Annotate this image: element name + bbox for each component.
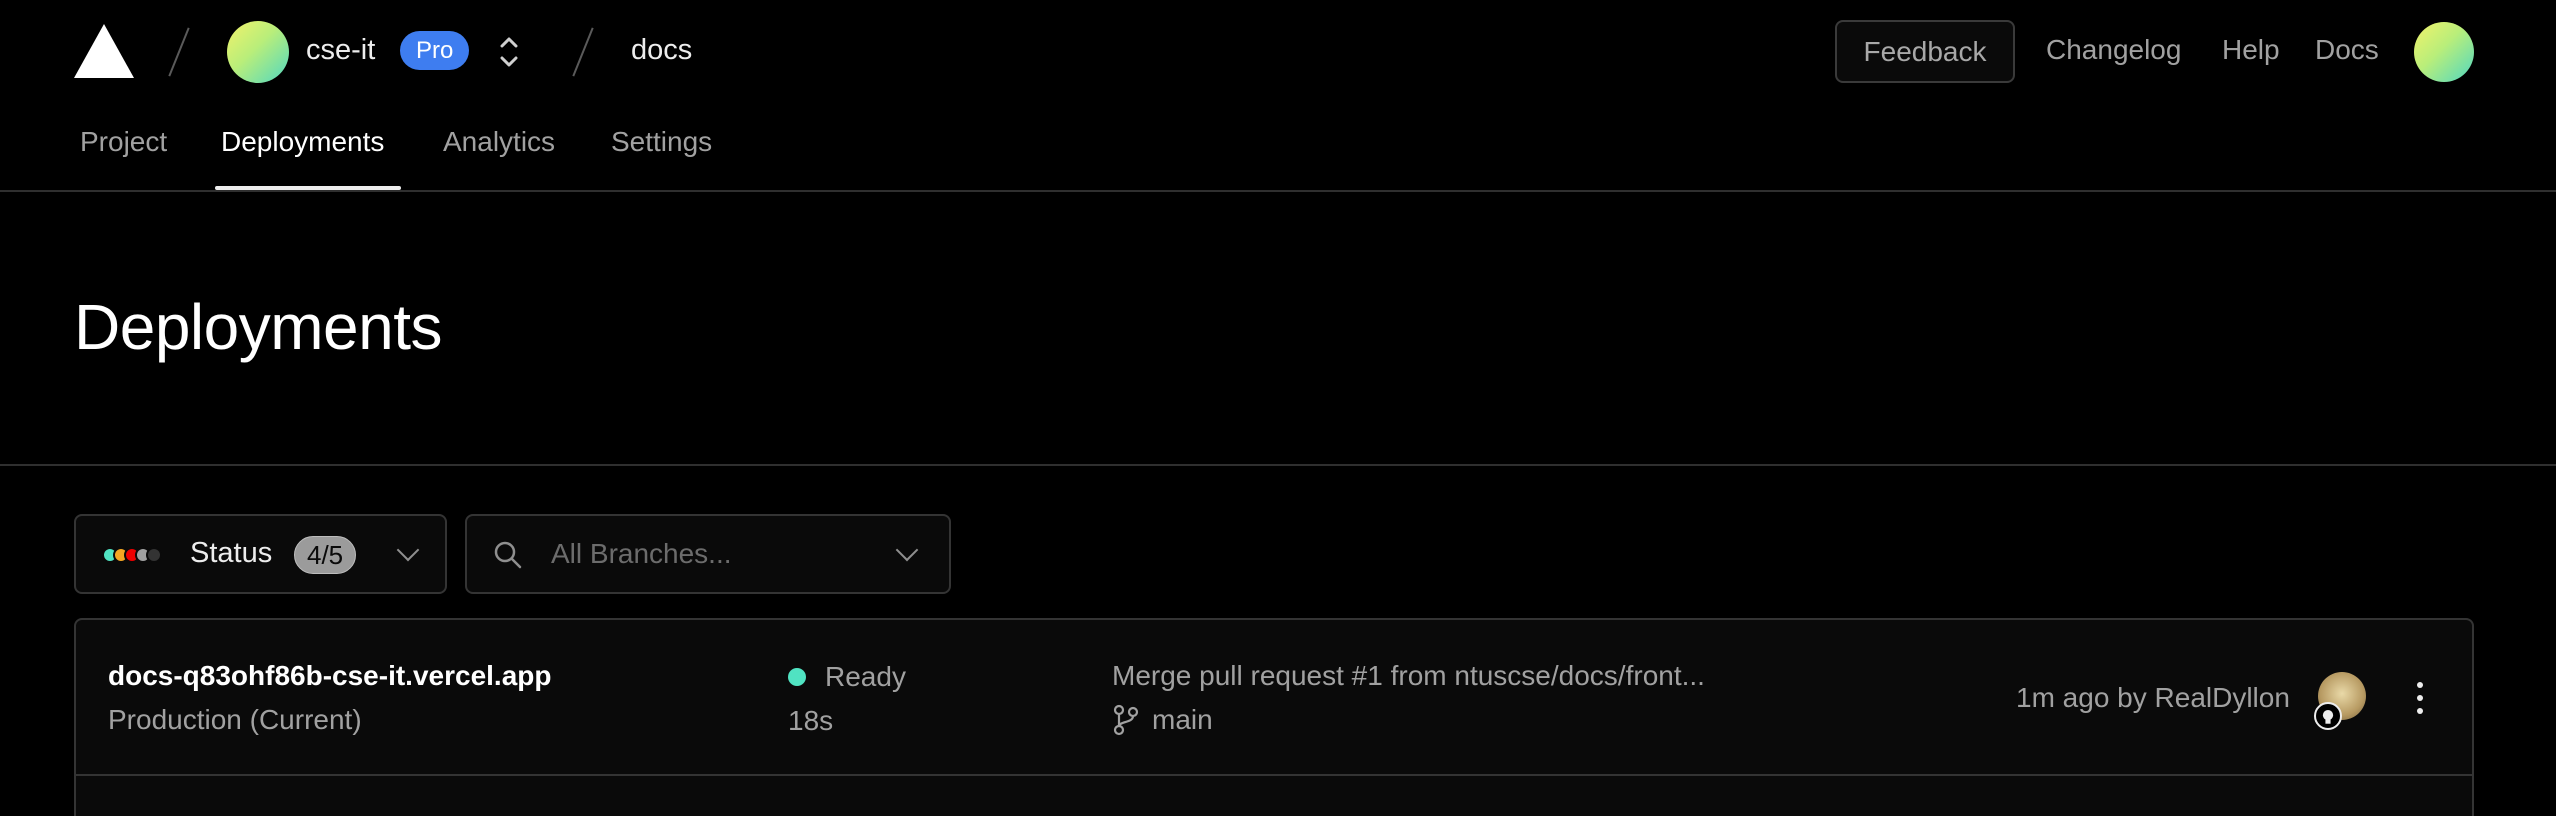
feedback-button[interactable]: Feedback (1835, 20, 2015, 83)
branch-name[interactable]: main (1152, 704, 1213, 736)
tab-deployments[interactable]: Deployments (221, 126, 384, 158)
deployment-meta: 1m ago by RealDyllon (2016, 682, 2290, 713)
status-indicator-dot (788, 668, 806, 686)
status-dot (146, 547, 162, 563)
plan-badge: Pro (400, 31, 470, 70)
deployment-environment: Production (Current) (108, 704, 362, 735)
status-filter-label: Status (190, 537, 273, 569)
section-divider (0, 464, 2556, 466)
branch-search-input[interactable] (551, 532, 881, 576)
top-header: cse-it Pro docs Feedback Changelog Help … (0, 0, 2556, 104)
tab-settings[interactable]: Settings (611, 126, 712, 158)
commit-message[interactable]: Merge pull request #1 from ntuscse/docs/… (1112, 660, 1705, 692)
search-icon (494, 541, 522, 569)
help-link[interactable]: Help (2222, 34, 2280, 66)
status-dots-icon (102, 547, 172, 563)
status-filter-dropdown[interactable]: Status 4/5 (74, 514, 447, 594)
team-name[interactable]: cse-it (306, 34, 375, 67)
tab-analytics[interactable]: Analytics (443, 126, 555, 158)
more-vertical-icon[interactable] (2410, 680, 2430, 716)
github-icon (2314, 702, 2342, 730)
git-branch-icon (1113, 704, 1139, 736)
page-title: Deployments (74, 291, 443, 363)
chevron-down-icon (396, 538, 420, 562)
deployment-duration: 18s (788, 705, 834, 736)
user-avatar[interactable] (2414, 22, 2474, 82)
deployment-row[interactable]: docs-q83ohf86b-cse-it.vercel.app Product… (76, 620, 2472, 776)
deployments-list: docs-q83ohf86b-cse-it.vercel.app Product… (74, 618, 2474, 816)
team-avatar[interactable] (227, 21, 289, 83)
chevron-up-down-icon[interactable] (492, 32, 526, 72)
chevron-down-icon[interactable] (895, 538, 919, 562)
vercel-logo-icon[interactable] (74, 24, 134, 78)
deployment-url[interactable]: docs-q83ohf86b-cse-it.vercel.app (108, 660, 551, 692)
breadcrumb-separator (572, 27, 594, 77)
deployment-status: Ready (825, 661, 906, 692)
breadcrumb-separator (168, 27, 190, 77)
project-name[interactable]: docs (631, 34, 692, 67)
project-tabs: Project Deployments Analytics Settings (0, 104, 2556, 192)
docs-link[interactable]: Docs (2315, 34, 2379, 66)
status-filter-count: 4/5 (294, 536, 357, 574)
changelog-link[interactable]: Changelog (2046, 34, 2181, 66)
active-tab-indicator (215, 186, 401, 190)
tab-project[interactable]: Project (80, 126, 167, 158)
branch-filter[interactable] (465, 514, 951, 594)
